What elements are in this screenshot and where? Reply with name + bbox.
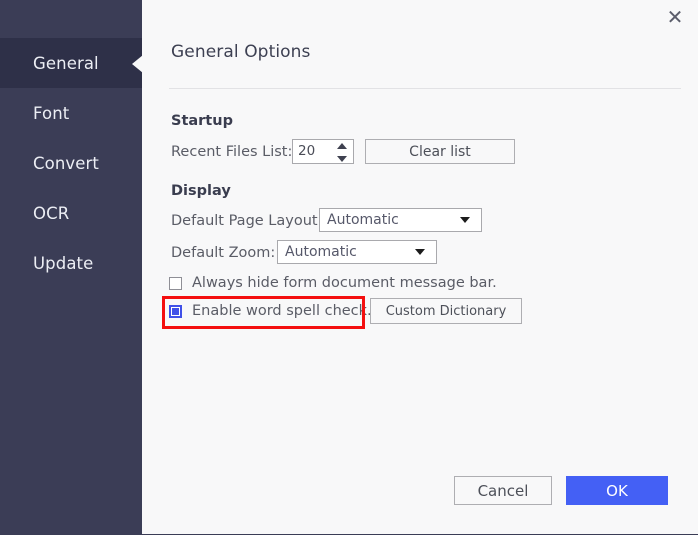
options-dialog: General Font Convert OCR Update ✕ Genera… [0,0,698,535]
recent-files-list-label: Recent Files List: [171,144,293,160]
cancel-button[interactable]: Cancel [454,476,552,505]
enable-spell-check-label: Enable word spell check. [192,303,372,319]
startup-section-heading: Startup [171,113,233,129]
sidebar-item-general[interactable]: General [0,38,142,88]
default-page-layout-value: Automatic [327,212,399,228]
sidebar-item-label: Convert [33,153,99,173]
sidebar-item-ocr[interactable]: OCR [0,188,142,238]
active-selection-caret-icon [132,55,143,73]
stepper-down-icon[interactable] [336,156,347,162]
stepper-arrows[interactable] [336,143,347,162]
sidebar-item-label: OCR [33,203,70,223]
sidebar-item-label: Update [33,253,94,273]
default-zoom-value: Automatic [285,244,357,260]
stepper-up-icon[interactable] [336,143,347,149]
clear-list-button[interactable]: Clear list [365,139,515,164]
sidebar-item-label: Font [33,103,70,123]
title-divider [169,88,681,89]
default-page-layout-label: Default Page Layout: [171,213,323,229]
always-hide-message-bar-label: Always hide form document message bar. [192,275,497,291]
recent-files-value: 20 [298,143,316,159]
chevron-down-icon [460,217,470,223]
default-page-layout-select[interactable]: Automatic [319,208,482,232]
checkbox-unchecked-icon[interactable] [169,276,182,290]
default-zoom-label: Default Zoom: [171,245,276,261]
display-section-heading: Display [171,183,231,199]
ok-button[interactable]: OK [566,476,668,505]
options-panel: ✕ General Options Startup Recent Files L… [142,0,698,534]
checkbox-checked-icon[interactable] [169,304,182,318]
recent-files-stepper[interactable]: 20 [292,139,354,164]
close-icon[interactable]: ✕ [660,2,690,32]
chevron-down-icon [415,249,425,255]
sidebar-item-label: General [33,53,99,73]
page-title: General Options [171,42,311,62]
enable-spell-check-checkbox-row[interactable]: Enable word spell check. [169,303,372,319]
sidebar-nav: General Font Convert OCR Update [0,0,142,288]
always-hide-message-bar-checkbox-row[interactable]: Always hide form document message bar. [169,275,497,291]
sidebar-item-convert[interactable]: Convert [0,138,142,188]
sidebar-item-update[interactable]: Update [0,238,142,288]
custom-dictionary-button[interactable]: Custom Dictionary [370,298,522,324]
default-zoom-select[interactable]: Automatic [277,240,437,264]
sidebar-item-font[interactable]: Font [0,88,142,138]
sidebar: General Font Convert OCR Update [0,0,142,534]
